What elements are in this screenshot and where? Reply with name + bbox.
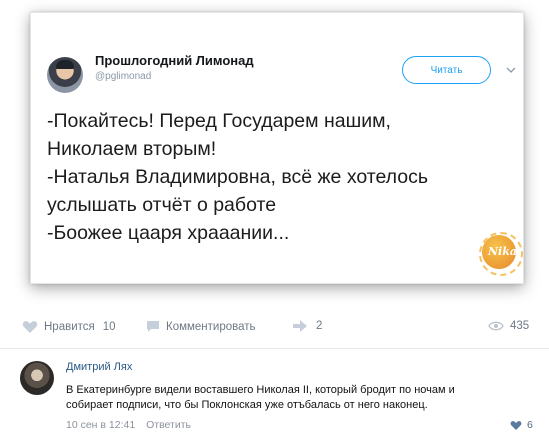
reply-button[interactable]: Ответить [146,419,191,431]
comment-line: В Екатеринбурге видели воставшего Никола… [66,384,455,396]
comment-like-button[interactable]: 6 [510,419,533,431]
tweet-author-name: Прошлогодний Лимонад [95,53,254,68]
views-counter: 435 [488,320,529,332]
comment-meta: 10 сен в 12:41 Ответить [66,419,191,431]
like-count: 10 [102,321,116,333]
comment-line: собирает подписи, что бы Поклонская уже … [66,399,428,411]
tweet-line: услышать отчёт о работе [47,194,277,216]
comment-icon [147,321,159,332]
tweet-line: Николаем вторым! [47,138,217,160]
post-attachment: Прошлогодний Лимонад @pglimonad Читать -… [0,0,549,306]
tweet-line: -Боожее цааря храаании... [47,222,290,244]
share-button[interactable]: 2 [292,320,322,332]
eye-icon [488,321,504,331]
follow-button[interactable]: Читать [402,56,491,84]
tweet-text: -Покайтесь! Перед Государем нашим, Никол… [47,107,517,247]
share-icon [293,320,307,332]
comment-text: В Екатеринбурге видели воставшего Никола… [66,383,536,413]
tweet-handle: @pglimonad [95,71,152,82]
share-count: 2 [316,320,323,332]
views-count: 435 [510,320,530,332]
chevron-down-icon[interactable] [506,65,516,75]
comment-like-count: 6 [527,419,533,431]
comment-label: Комментировать [166,320,256,333]
like-label: Нравится [44,321,95,333]
comment-date[interactable]: 10 сен в 12:41 [66,419,135,431]
heart-icon [510,420,522,430]
comment-item: Дмитрий Лях В Екатеринбурге видели воста… [0,349,549,441]
like-button[interactable]: Нравится 10 [22,320,116,334]
comment-button[interactable]: Комментировать [146,320,256,333]
watermark-text: Nika [488,245,517,258]
tweet-avatar [47,57,83,93]
tweet-line: -Покайтесь! Перед Государем нашим, [47,110,391,132]
heart-icon [22,321,38,333]
comment-author[interactable]: Дмитрий Лях [66,361,132,373]
tweet-screenshot[interactable]: Прошлогодний Лимонад @pglimonad Читать -… [30,12,524,284]
tweet-line: -Наталья Владимировна, всё же хотелось [47,166,429,188]
comment-avatar[interactable] [20,361,54,395]
watermark-logo: Nika [479,232,523,276]
post-action-bar: Нравится 10 Комментировать 2 435 [0,306,549,348]
